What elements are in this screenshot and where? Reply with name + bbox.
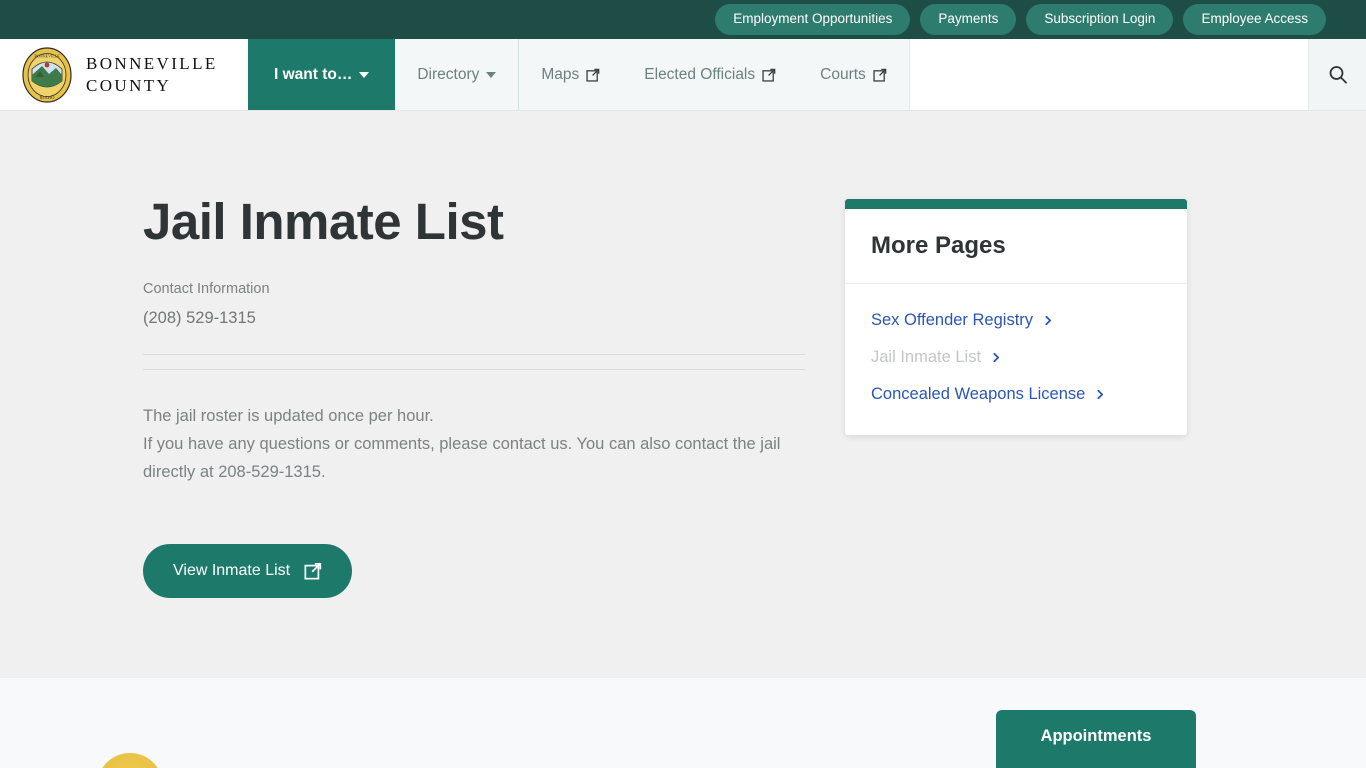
nav-secondary-group: Directory Maps Elected Officials Courts: [395, 39, 908, 110]
appointments-tab[interactable]: Appointments: [996, 710, 1196, 768]
nav-item-i-want-to[interactable]: I want to…: [248, 39, 395, 110]
view-inmate-list-label: View Inmate List: [173, 562, 290, 580]
sidebar-column: More Pages Sex Offender Registry Jail In…: [845, 195, 1187, 598]
search-button[interactable]: [1308, 39, 1366, 110]
contact-phone-number[interactable]: (208) 529-1315: [143, 309, 805, 328]
brand-line-1: BONNEVILLE: [86, 53, 218, 75]
external-link-icon: [873, 68, 887, 82]
paragraph-contact-info: If you have any questions or comments, p…: [143, 430, 805, 487]
utility-topbar: Employment Opportunities Payments Subscr…: [0, 0, 1366, 39]
footer-county-seal-icon: [97, 753, 163, 768]
sidebar-link-sex-offender-registry[interactable]: Sex Offender Registry: [871, 302, 1161, 339]
brand-line-2: COUNTY: [86, 75, 218, 97]
sidebar-link-concealed-weapons-license[interactable]: Concealed Weapons License: [871, 376, 1161, 413]
search-icon: [1327, 64, 1349, 86]
nav-item-maps[interactable]: Maps: [519, 39, 622, 110]
chevron-right-icon: [1096, 390, 1105, 399]
main-navbar: BONNEVILLE IDAHO BONNEVILLE COUNTY I wan…: [0, 39, 1366, 111]
nav-item-label: Courts: [820, 66, 866, 84]
content-container: Jail Inmate List Contact Information (20…: [143, 111, 1223, 598]
external-link-icon: [586, 68, 600, 82]
county-seal-icon: BONNEVILLE IDAHO: [22, 47, 72, 103]
footer-strip: Appointments: [0, 677, 1366, 768]
nav-item-label: Elected Officials: [644, 66, 755, 84]
svg-text:BONNEVILLE: BONNEVILLE: [34, 53, 60, 58]
appointments-label: Appointments: [1041, 727, 1152, 745]
more-pages-links: Sex Offender Registry Jail Inmate List C…: [845, 284, 1187, 435]
chevron-right-icon: [992, 353, 1001, 362]
chevron-down-icon: [486, 72, 496, 78]
svg-text:IDAHO: IDAHO: [40, 95, 55, 100]
divider-bottom: [143, 369, 805, 370]
view-inmate-list-button[interactable]: View Inmate List: [143, 544, 352, 598]
chevron-down-icon: [359, 72, 369, 78]
nav-item-label: Maps: [541, 66, 579, 84]
site-search: [909, 39, 1366, 110]
search-input[interactable]: [909, 39, 1308, 110]
nav-item-directory[interactable]: Directory: [395, 39, 518, 110]
sidebar-link-jail-inmate-list: Jail Inmate List: [871, 339, 1161, 376]
topbar-link-employee-access[interactable]: Employee Access: [1183, 4, 1326, 35]
main-column: Jail Inmate List Contact Information (20…: [143, 195, 805, 598]
topbar-link-subscription-login[interactable]: Subscription Login: [1026, 4, 1173, 35]
more-pages-card: More Pages Sex Offender Registry Jail In…: [845, 199, 1187, 435]
topbar-link-employment[interactable]: Employment Opportunities: [715, 4, 910, 35]
nav-item-label: I want to…: [274, 66, 352, 84]
page-hero: Jail Inmate List Contact Information (20…: [0, 111, 1366, 677]
brand-text: BONNEVILLE COUNTY: [86, 53, 218, 97]
more-pages-title: More Pages: [845, 209, 1187, 284]
external-link-icon: [304, 562, 322, 580]
contact-information-label: Contact Information: [143, 281, 805, 297]
nav-item-courts[interactable]: Courts: [798, 39, 909, 110]
chevron-right-icon: [1044, 316, 1053, 325]
nav-item-label: Directory: [417, 66, 479, 84]
sidebar-link-label: Concealed Weapons License: [871, 385, 1085, 404]
sidebar-link-label: Sex Offender Registry: [871, 311, 1033, 330]
site-brand[interactable]: BONNEVILLE IDAHO BONNEVILLE COUNTY: [0, 39, 248, 110]
external-link-icon: [762, 68, 776, 82]
page-title: Jail Inmate List: [143, 195, 805, 249]
nav-item-elected-officials[interactable]: Elected Officials: [622, 39, 798, 110]
paragraph-roster-update: The jail roster is updated once per hour…: [143, 402, 805, 430]
divider-top: [143, 354, 805, 355]
card-accent-bar: [845, 199, 1187, 209]
sidebar-link-label: Jail Inmate List: [871, 348, 981, 367]
topbar-link-payments[interactable]: Payments: [920, 4, 1016, 35]
